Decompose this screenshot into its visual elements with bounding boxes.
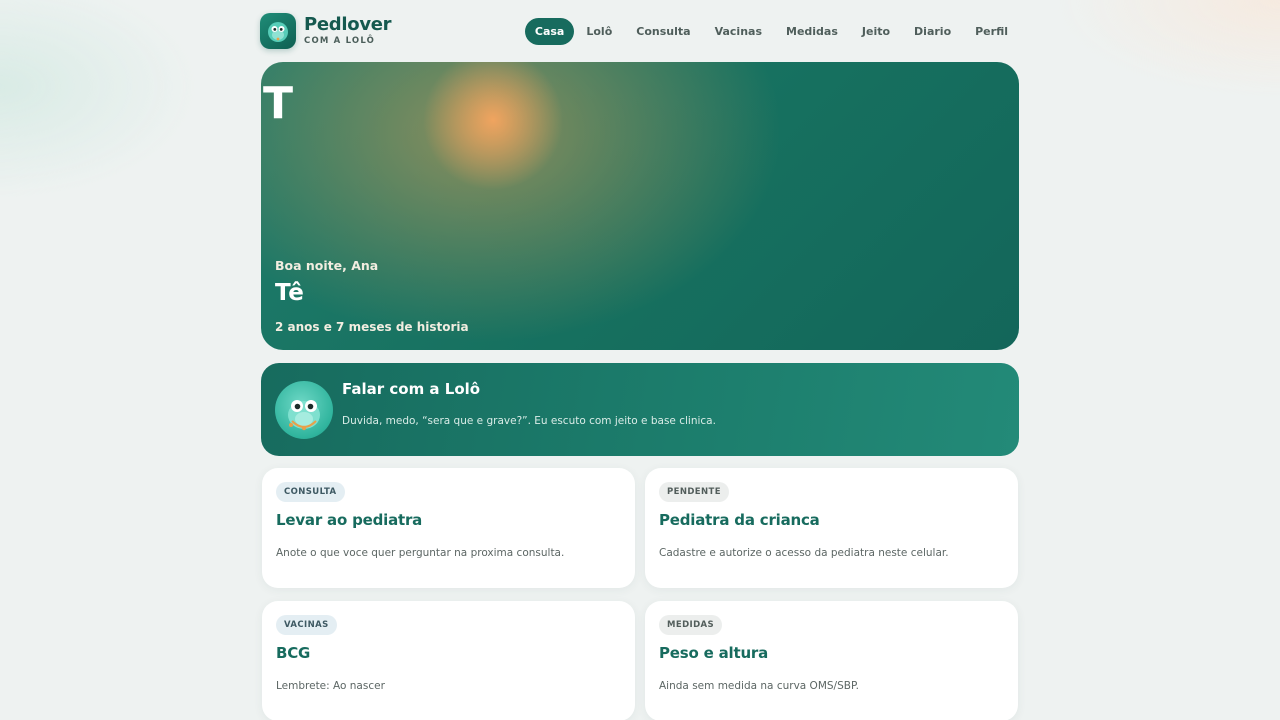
card-badge: PENDENTE <box>659 482 729 502</box>
child-photo-placeholder: T <box>263 78 294 129</box>
card-title: Levar ao pediatra <box>276 511 423 529</box>
card-description: Lembrete: Ao nascer <box>276 680 385 692</box>
child-name: Tê <box>275 280 304 306</box>
card-title: Peso e altura <box>659 644 769 662</box>
nav-item-medidas[interactable]: Medidas <box>774 18 850 45</box>
card-description: Anote o que voce quer perguntar na proxi… <box>276 547 565 559</box>
chat-title: Falar com a Lolô <box>342 380 481 398</box>
nav-item-lolo[interactable]: Lolô <box>574 18 624 45</box>
card-pendente[interactable]: PENDENTE Pediatra da crianca Cadastre e … <box>645 468 1018 588</box>
card-title: Pediatra da crianca <box>659 511 820 529</box>
nav-item-perfil[interactable]: Perfil <box>963 18 1020 45</box>
greeting-text: Boa noite, Ana <box>275 258 379 273</box>
card-description: Cadastre e autorize o acesso da pediatra… <box>659 547 949 559</box>
card-title: BCG <box>276 644 311 662</box>
nav-item-jeito[interactable]: Jeito <box>850 18 902 45</box>
card-medidas[interactable]: MEDIDAS Peso e altura Ainda sem medida n… <box>645 601 1018 720</box>
child-age-text: 2 anos e 7 meses de historia <box>275 320 469 334</box>
main-nav: Casa Lolô Consulta Vacinas Medidas Jeito… <box>524 17 1020 45</box>
mascot-logo-icon <box>260 13 296 49</box>
top-navbar: Pedlover COM A LOLÔ Casa Lolô Consulta V… <box>260 12 1020 50</box>
talk-to-lolo-card[interactable]: Falar com a Lolô Duvida, medo, “sera que… <box>261 363 1019 456</box>
card-description: Ainda sem medida na curva OMS/SBP. <box>659 680 859 692</box>
lolo-mascot-icon <box>275 381 333 439</box>
card-badge: VACINAS <box>276 615 337 635</box>
nav-item-diario[interactable]: Diario <box>902 18 963 45</box>
nav-item-casa[interactable]: Casa <box>524 17 575 45</box>
card-vacinas[interactable]: VACINAS BCG Lembrete: Ao nascer <box>262 601 635 720</box>
card-badge: CONSULTA <box>276 482 345 502</box>
nav-item-vacinas[interactable]: Vacinas <box>703 18 774 45</box>
brand[interactable]: Pedlover COM A LOLÔ <box>260 13 392 49</box>
brand-subtitle: COM A LOLÔ <box>304 36 376 47</box>
child-hero-card[interactable]: T Boa noite, Ana Tê 2 anos e 7 meses de … <box>261 62 1019 350</box>
brand-name: Pedlover <box>304 14 392 36</box>
card-consulta[interactable]: CONSULTA Levar ao pediatra Anote o que v… <box>262 468 635 588</box>
card-badge: MEDIDAS <box>659 615 723 635</box>
nav-item-consulta[interactable]: Consulta <box>624 18 702 45</box>
chat-description: Duvida, medo, “sera que e grave?”. Eu es… <box>342 415 716 427</box>
